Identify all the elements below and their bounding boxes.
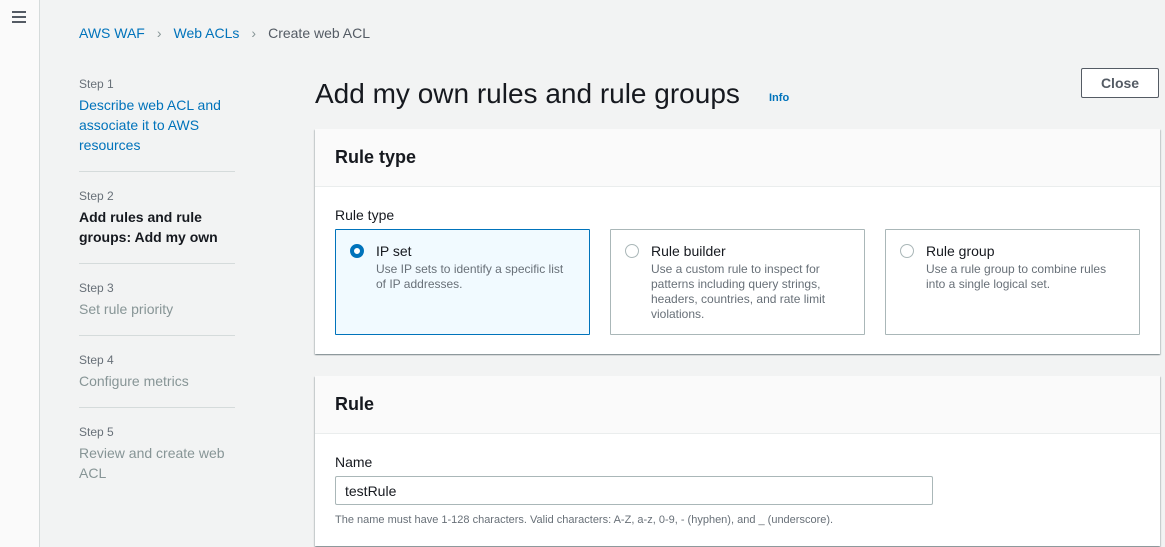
- name-constraint-hint: The name must have 1-128 characters. Val…: [335, 514, 834, 526]
- chevron-right-icon: ›: [251, 25, 257, 41]
- rule-panel: Rule Name The name must have 1-128 chara…: [315, 376, 1160, 546]
- tile-label: Rule group: [926, 243, 995, 259]
- menu-bar: [12, 11, 26, 13]
- radio-button[interactable]: [900, 244, 914, 258]
- tile-label: Rule builder: [651, 243, 726, 259]
- breadcrumb-current: Create web ACL: [268, 25, 371, 41]
- tile-text: Rule group Use a rule group to combine r…: [926, 242, 1125, 322]
- panel-heading: Rule type: [335, 147, 417, 167]
- panel-heading: Rule: [335, 394, 375, 414]
- step-number: Step 2: [79, 189, 114, 203]
- panel-body: Rule type IP set Use IP sets to identify…: [315, 187, 1160, 355]
- menu-bar: [12, 21, 26, 23]
- breadcrumb-aws-waf[interactable]: AWS WAF: [79, 25, 145, 41]
- wizard-step-4: Step 4 Configure metrics: [79, 352, 235, 408]
- step-5-title: Review and create web ACL: [79, 445, 225, 481]
- step-2-current: Add rules and rule groups: Add my own: [79, 209, 218, 245]
- step-4-title: Configure metrics: [79, 373, 189, 389]
- wizard-step-5: Step 5 Review and create web ACL: [79, 424, 235, 499]
- tile-text: IP set Use IP sets to identify a specifi…: [376, 242, 575, 322]
- rule-type-panel: Rule type Rule type IP set Use IP sets t…: [315, 129, 1160, 354]
- tile-rule-group[interactable]: Rule group Use a rule group to combine r…: [885, 229, 1140, 335]
- step-number: Step 1: [79, 77, 114, 91]
- radio-button[interactable]: [625, 244, 639, 258]
- step-3-title: Set rule priority: [79, 301, 174, 317]
- info-link[interactable]: Info: [769, 92, 789, 104]
- wizard-step-1: Step 1 Describe web ACL and associate it…: [79, 76, 235, 172]
- wizard-steps: Step 1 Describe web ACL and associate it…: [79, 76, 235, 515]
- menu-bar: [12, 16, 26, 18]
- breadcrumb: AWS WAF › Web ACLs › Create web ACL: [79, 24, 370, 42]
- side-navigation: [0, 0, 40, 547]
- chevron-right-icon: ›: [156, 25, 162, 41]
- rule-name-input[interactable]: [335, 476, 933, 505]
- rule-type-label: Rule type: [335, 207, 395, 223]
- close-button[interactable]: Close: [1081, 68, 1159, 98]
- radio-button-checked[interactable]: [350, 244, 364, 258]
- rule-type-tiles: IP set Use IP sets to identify a specifi…: [335, 229, 1140, 335]
- page-title: Add my own rules and rule groups: [315, 78, 740, 109]
- panel-header: Rule type: [315, 129, 1160, 187]
- wizard-step-3: Step 3 Set rule priority: [79, 280, 235, 336]
- tile-description: Use IP sets to identify a specific list …: [376, 262, 564, 291]
- name-label: Name: [335, 454, 373, 470]
- step-1-link[interactable]: Describe web ACL and associate it to AWS…: [79, 95, 235, 155]
- breadcrumb-web-acls[interactable]: Web ACLs: [174, 25, 240, 41]
- tile-description: Use a rule group to combine rules into a…: [926, 262, 1107, 291]
- tile-description: Use a custom rule to inspect for pattern…: [651, 262, 826, 321]
- step-number: Step 5: [79, 425, 114, 439]
- tile-rule-builder[interactable]: Rule builder Use a custom rule to inspec…: [610, 229, 865, 335]
- tile-text: Rule builder Use a custom rule to inspec…: [651, 242, 850, 322]
- tile-ip-set[interactable]: IP set Use IP sets to identify a specifi…: [335, 229, 590, 335]
- tile-label: IP set: [376, 243, 412, 259]
- panel-header: Rule: [315, 376, 1160, 434]
- panel-body: Name The name must have 1-128 characters…: [315, 434, 1160, 547]
- step-number: Step 3: [79, 281, 114, 295]
- hamburger-menu-icon[interactable]: [12, 11, 26, 23]
- wizard-step-2: Step 2 Add rules and rule groups: Add my…: [79, 188, 235, 264]
- step-number: Step 4: [79, 353, 114, 367]
